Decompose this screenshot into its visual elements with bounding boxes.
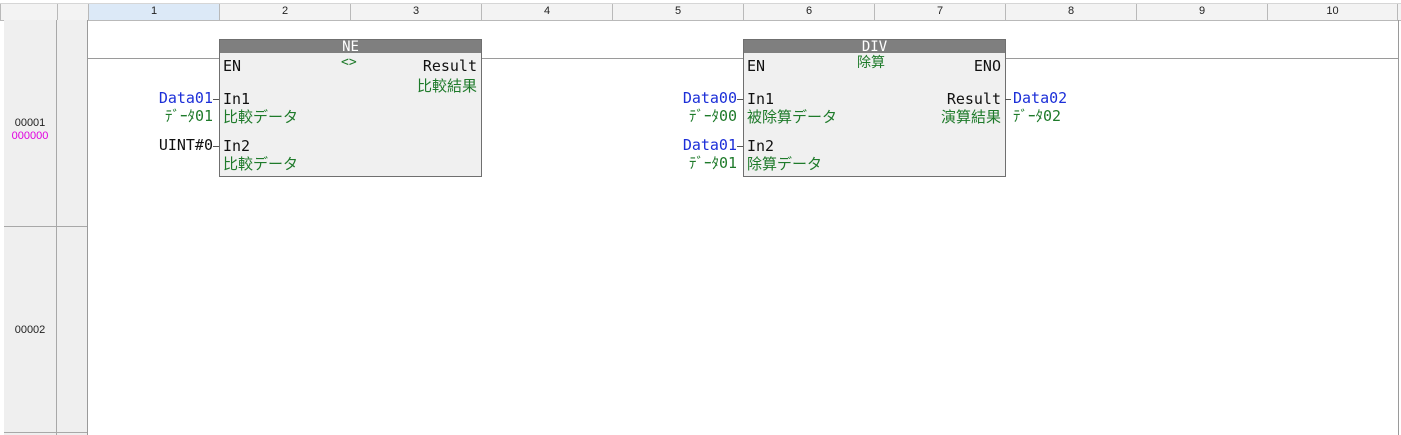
div-block-header: DIV [744,40,1005,53]
rung-address: 000000 [11,130,49,142]
column-7[interactable]: 7 [874,4,1005,20]
div-result-pin: Result [946,90,1001,108]
div-block-comment: 除算 [857,55,885,71]
column-5[interactable]: 5 [612,4,743,20]
div-in2-pin: In2 [747,137,775,155]
div-eno-pin: ENO [973,57,1001,75]
ne-function-block[interactable]: NE EN <> Result 比較結果 In1 比較データ In2 比較データ [219,39,482,177]
div-result-variable-comment: ﾃﾞｰﾀ02 [1013,107,1062,125]
column-6[interactable]: 6 [743,4,874,20]
rung-divider [4,226,87,227]
column-3[interactable]: 3 [350,4,481,20]
div-in1-comment: 被除算データ [747,108,838,126]
ne-in2-constant[interactable]: UINT#0 [159,137,213,153]
div-in1-variable-comment: ﾃﾞｰﾀ00 [688,107,737,125]
ne-in1-variable[interactable]: Data01 [159,90,213,106]
ne-result-pin: Result [422,57,477,75]
right-power-rail [1398,20,1399,435]
column-header: 1 2 3 4 5 6 7 8 9 10 [0,3,1401,21]
div-in1-variable[interactable]: Data00 [683,90,737,106]
rung-number[interactable]: 00002 [4,324,56,337]
div-in2-variable[interactable]: Data01 [683,137,737,153]
div-en-pin: EN [747,57,766,75]
div-result-variable[interactable]: Data02 [1013,90,1067,106]
rung-wire [481,58,743,59]
ne-in1-connector [213,99,219,100]
div-function-block[interactable]: DIV EN 除算 ENO In1 被除算データ Result 演算結果 In2… [743,39,1006,177]
ne-en-pin: EN [223,57,242,75]
div-in1-connector [737,99,743,100]
div-in2-connector [737,146,743,147]
column-2[interactable]: 2 [219,4,350,20]
ne-result-comment: 比較結果 [416,77,477,95]
rung-number-gutter [4,20,57,435]
div-in1-pin: In1 [747,90,775,108]
rung-number[interactable]: 00001 [4,117,56,130]
column-10[interactable]: 10 [1267,4,1398,20]
column-8[interactable]: 8 [1005,4,1136,20]
ne-in1-comment: 比較データ [223,108,299,126]
column-4[interactable]: 4 [481,4,612,20]
div-result-connector [1005,99,1011,100]
ne-in1-pin: In1 [223,90,251,108]
ne-block-comment: <> [341,55,357,70]
rung-marker-gutter [57,20,88,435]
column-9[interactable]: 9 [1136,4,1267,20]
ne-block-header: NE [220,40,481,53]
rung-wire [88,58,219,59]
ne-in2-pin: In2 [223,137,251,155]
gutter-header [57,4,88,20]
div-result-comment: 演算結果 [940,108,1001,126]
ne-in2-comment: 比較データ [223,155,299,173]
div-in2-variable-comment: ﾃﾞｰﾀ01 [688,154,737,172]
ne-in1-variable-comment: ﾃﾞｰﾀ01 [164,107,213,125]
corner-cell [0,4,57,20]
ne-in2-connector [213,146,219,147]
column-1[interactable]: 1 [88,4,219,20]
div-in2-comment: 除算データ [747,155,823,173]
rung-wire [1005,58,1398,59]
rung-divider [4,432,87,433]
left-power-rail [87,20,88,435]
